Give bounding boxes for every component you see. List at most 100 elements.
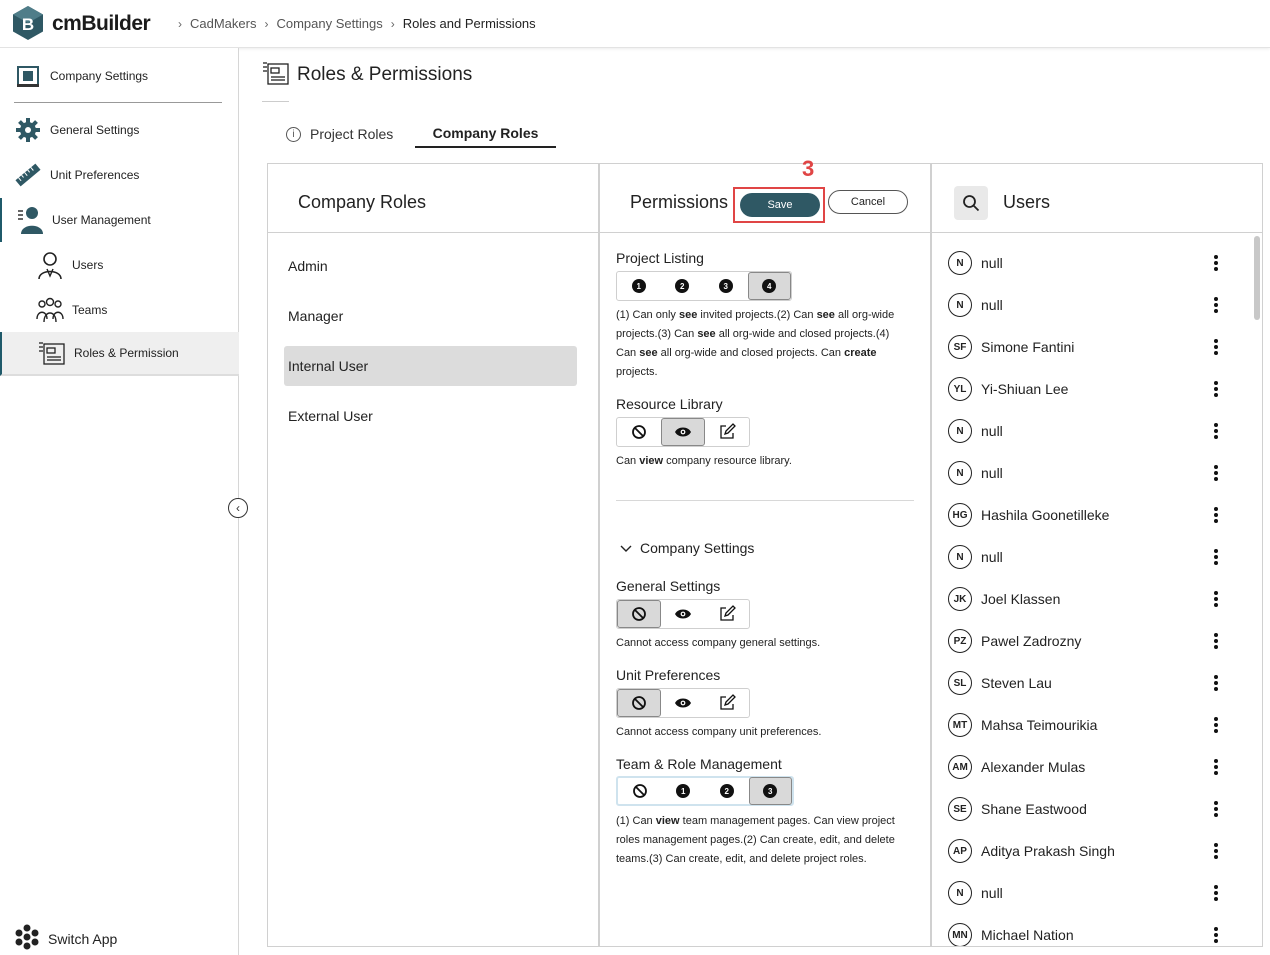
more-options-icon[interactable] (1208, 589, 1224, 609)
more-options-icon[interactable] (1208, 463, 1224, 483)
team-role-management-title: Team & Role Management (616, 756, 782, 772)
user-row[interactable]: MN Michael Nation (948, 914, 1232, 946)
team-role-option-1[interactable]: 1 (662, 777, 706, 805)
project-listing-option-3[interactable]: 3 (704, 272, 748, 300)
tab-company-roles[interactable]: Company Roles (415, 120, 556, 148)
sidebar-item-user-management[interactable]: User Management (0, 198, 239, 242)
role-admin[interactable]: Admin (284, 246, 577, 286)
view-option[interactable] (661, 600, 705, 628)
user-name: Steven Lau (981, 675, 1052, 691)
edit-option[interactable] (705, 600, 749, 628)
team-role-option-2[interactable]: 2 (705, 777, 749, 805)
no-access-option[interactable] (618, 777, 662, 805)
more-options-icon[interactable] (1208, 421, 1224, 441)
more-options-icon[interactable] (1208, 883, 1224, 903)
role-external-user[interactable]: External User (284, 396, 577, 436)
more-options-icon[interactable] (1208, 799, 1224, 819)
more-options-icon[interactable] (1208, 379, 1224, 399)
permissions-panel: Permissions Save 3 Cancel Project Listin… (599, 156, 931, 947)
no-access-option[interactable] (617, 689, 661, 717)
no-access-option[interactable] (617, 418, 661, 446)
more-options-icon[interactable] (1208, 715, 1224, 735)
search-icon (963, 195, 980, 212)
breadcrumb-current: Roles and Permissions (402, 16, 536, 31)
avatar: HG (948, 503, 972, 527)
project-listing-option-2[interactable]: 2 (661, 272, 705, 300)
switch-app-button[interactable]: Switch App (14, 924, 117, 953)
user-row[interactable]: AP Aditya Prakash Singh (948, 830, 1232, 872)
user-row[interactable]: Nnull (948, 410, 1232, 452)
project-listing-option-4[interactable]: 4 (747, 272, 792, 300)
team-role-option-3[interactable]: 3 (748, 777, 793, 805)
edit-option[interactable] (705, 418, 749, 446)
cancel-button[interactable]: Cancel (828, 190, 908, 214)
user-name: Pawel Zadrozny (981, 633, 1082, 649)
no-access-option[interactable] (617, 600, 661, 628)
user-row[interactable]: PZ Pawel Zadrozny (948, 620, 1232, 662)
user-row[interactable]: Nnull (948, 242, 1232, 284)
cmbuilder-logo-icon[interactable]: B (12, 5, 44, 41)
avatar: N (948, 881, 972, 905)
sidebar-item-label: Roles & Permission (74, 346, 179, 360)
user-management-icon (16, 206, 44, 234)
sidebar-item-roles-permission[interactable]: Roles & Permission (0, 332, 239, 376)
more-options-icon[interactable] (1208, 505, 1224, 525)
user-row[interactable]: MT Mahsa Teimourikia (948, 704, 1232, 746)
project-listing-title: Project Listing (616, 250, 704, 266)
more-options-icon[interactable] (1208, 547, 1224, 567)
sidebar-item-label: Teams (72, 303, 108, 317)
search-button[interactable] (954, 186, 988, 220)
user-row[interactable]: SE Shane Eastwood (948, 788, 1232, 830)
avatar: AM (948, 755, 972, 779)
user-name: null (981, 885, 1003, 901)
more-options-icon[interactable] (1208, 253, 1224, 273)
avatar: N (948, 419, 972, 443)
user-row[interactable]: SL Steven Lau (948, 662, 1232, 704)
more-options-icon[interactable] (1208, 631, 1224, 651)
view-option[interactable] (661, 689, 705, 717)
user-row[interactable]: HG Hashila Goonetilleke (948, 494, 1232, 536)
general-settings-title: General Settings (616, 578, 721, 594)
role-internal-user[interactable]: Internal User (284, 346, 577, 386)
sidebar-item-teams[interactable]: Teams (0, 288, 239, 332)
users-scrollbar[interactable] (1254, 236, 1260, 320)
user-row[interactable]: Nnull (948, 872, 1232, 914)
edit-option[interactable] (705, 689, 749, 717)
more-options-icon[interactable] (1208, 841, 1224, 861)
user-row[interactable]: Nnull (948, 452, 1232, 494)
user-row[interactable]: Nnull (948, 536, 1232, 578)
collapse-sidebar-button[interactable]: ‹ (228, 498, 248, 518)
project-listing-option-1[interactable]: 1 (617, 272, 661, 300)
resource-library-selector (616, 417, 750, 447)
unit-preferences-title: Unit Preferences (616, 667, 721, 683)
team-role-management-selector: 1 2 3 (616, 776, 794, 806)
user-row[interactable]: YL Yi-Shiuan Lee (948, 368, 1232, 410)
breadcrumb-cadmakers[interactable]: CadMakers (190, 16, 256, 31)
sidebar-item-general-settings[interactable]: General Settings (0, 108, 239, 152)
sidebar-item-users[interactable]: Users (0, 243, 239, 287)
eye-icon (675, 427, 691, 437)
avatar: YL (948, 377, 972, 401)
view-option[interactable] (661, 418, 705, 446)
user-name: Alexander Mulas (981, 759, 1086, 775)
more-options-icon[interactable] (1208, 295, 1224, 315)
more-options-icon[interactable] (1208, 337, 1224, 357)
more-options-icon[interactable] (1208, 757, 1224, 777)
panel-header: Company Roles (268, 164, 598, 233)
user-row[interactable]: AM Alexander Mulas (948, 746, 1232, 788)
more-options-icon[interactable] (1208, 673, 1224, 693)
role-manager[interactable]: Manager (284, 296, 577, 336)
breadcrumb-company-settings[interactable]: Company Settings (276, 16, 382, 31)
user-row[interactable]: Nnull (948, 284, 1232, 326)
chevron-right-icon: › (390, 16, 395, 31)
section-divider (616, 500, 914, 501)
sidebar-item-unit-preferences[interactable]: Unit Preferences (0, 153, 239, 197)
user-row[interactable]: SF Simone Fantini (948, 326, 1232, 368)
tab-project-roles[interactable]: i Project Roles (286, 120, 393, 148)
sidebar-item-company-settings[interactable]: Company Settings (0, 54, 239, 98)
user-name: Michael Nation (981, 927, 1074, 943)
more-options-icon[interactable] (1208, 925, 1224, 945)
avatar: AP (948, 839, 972, 863)
company-settings-group-toggle[interactable]: Company Settings (620, 540, 754, 556)
user-row[interactable]: JK Joel Klassen (948, 578, 1232, 620)
